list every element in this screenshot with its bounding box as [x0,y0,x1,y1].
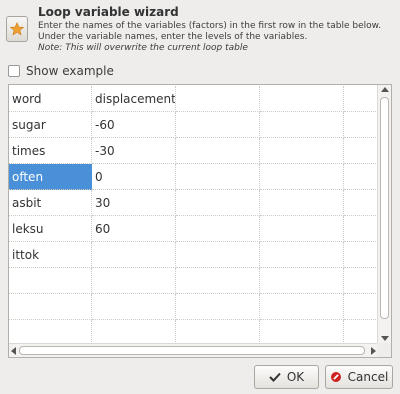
table-cell[interactable] [344,112,380,138]
dialog-title: Loop variable wizard [38,5,179,19]
table-cell[interactable] [176,294,260,320]
table-cell[interactable] [176,164,260,190]
scroll-right-icon[interactable] [371,347,376,355]
table-cell[interactable] [260,86,344,112]
table-cell[interactable] [260,216,344,242]
scroll-left-icon[interactable] [11,347,16,355]
instruction-line-1: Enter the names of the variables (factor… [38,21,382,31]
horizontal-scrollbar[interactable] [9,343,379,357]
table-cell[interactable] [260,242,344,268]
checkmark-icon [269,372,281,382]
table-cell[interactable] [176,216,260,242]
table-cell[interactable]: 60 [92,216,176,242]
table-cell[interactable] [176,190,260,216]
table-cell[interactable]: times [9,138,92,164]
table-cell[interactable] [176,86,260,112]
table-cell[interactable] [344,86,380,112]
table-cell[interactable]: displacement [92,86,176,112]
table-cell[interactable] [344,190,380,216]
scrollbar-corner [377,343,391,357]
table-cell[interactable] [344,294,380,320]
ok-label: OK [286,370,305,384]
table-cell[interactable]: often [9,164,92,190]
table-cell[interactable] [92,268,176,294]
table-cell[interactable] [260,268,344,294]
table-cell[interactable] [176,242,260,268]
table-cell[interactable] [176,268,260,294]
table-cell[interactable]: asbit [9,190,92,216]
table-cell[interactable] [9,294,92,320]
table-cell[interactable] [344,216,380,242]
show-example-option[interactable]: Show example [8,64,114,78]
vertical-scrollbar[interactable] [377,85,391,343]
scroll-down-icon[interactable] [381,336,389,341]
table-cell[interactable] [260,138,344,164]
table-cell[interactable] [344,242,380,268]
table-cell[interactable] [260,190,344,216]
cancel-label: Cancel [347,370,389,384]
table-cell[interactable] [9,268,92,294]
table-cell[interactable]: ittok [9,242,92,268]
scroll-up-icon[interactable] [381,87,389,92]
cancel-button[interactable]: Cancel [325,365,393,389]
table-cell[interactable]: -30 [92,138,176,164]
table-cell[interactable] [260,164,344,190]
table-cell[interactable]: word [9,86,92,112]
ok-button[interactable]: OK [254,365,319,389]
table-cell[interactable] [92,294,176,320]
table-cell[interactable]: -60 [92,112,176,138]
horizontal-scroll-thumb[interactable] [19,346,365,355]
table-cell[interactable]: leksu [9,216,92,242]
show-example-label[interactable]: Show example [26,64,114,78]
table-cell[interactable] [176,112,260,138]
vertical-scroll-thumb[interactable] [380,97,389,319]
table-cell[interactable] [344,164,380,190]
table-cell[interactable] [260,112,344,138]
overwrite-note: Note: This will overwrite the current lo… [38,43,248,53]
table-cell[interactable] [176,138,260,164]
table-cell[interactable]: sugar [9,112,92,138]
loop-table[interactable]: word displacement sugar -60 times -30 often 0 as… [8,84,392,358]
table-cell[interactable] [260,294,344,320]
table-cell[interactable] [92,242,176,268]
star-icon [6,16,28,42]
cancel-icon [330,372,341,382]
table-cell[interactable] [344,268,380,294]
instruction-line-2: Under the variable names, enter the leve… [38,32,308,42]
table-cell[interactable]: 30 [92,190,176,216]
show-example-checkbox[interactable] [8,65,20,77]
table-cell[interactable]: 0 [92,164,176,190]
table-cell[interactable] [344,138,380,164]
